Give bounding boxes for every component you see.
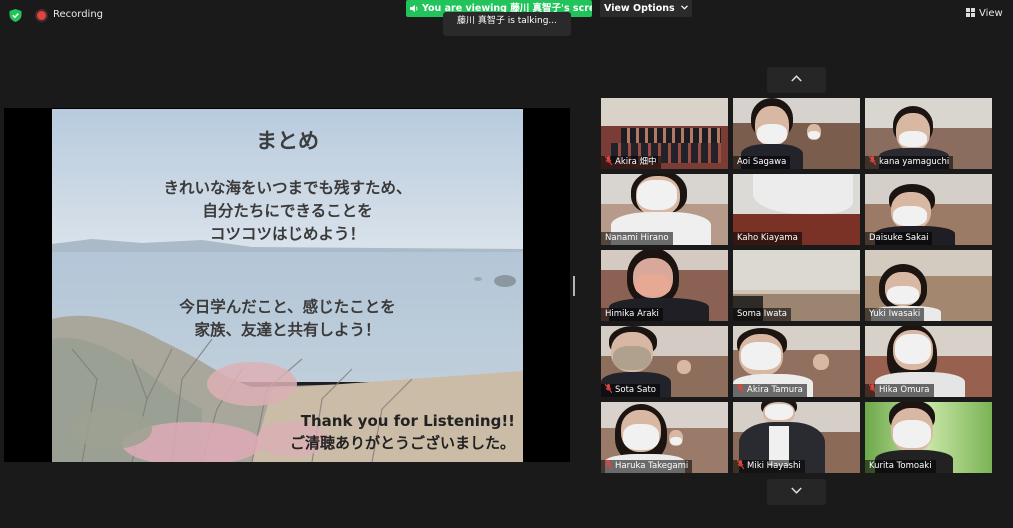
slide-line: Thank you for Listening!!	[300, 412, 515, 430]
speaker-icon	[410, 4, 418, 13]
gallery-prev-button[interactable]	[767, 67, 826, 93]
grid-view-icon	[966, 8, 975, 17]
participant-tile[interactable]: Himika Araki	[601, 250, 728, 321]
participant-name-label: Haruka Takegami	[601, 460, 693, 473]
participant-name-label: Aoi Sagawa	[733, 156, 791, 169]
slide-line: 今日学んだこと、感じたことを	[179, 298, 396, 316]
view-options-button[interactable]: View Options	[600, 0, 692, 17]
slide-line: 家族、友達と共有しよう！	[194, 321, 381, 339]
participant-name-label: Akira 畑中	[601, 156, 661, 169]
slide-line: コツコツはじめよう！	[209, 225, 365, 243]
slide-line: きれいな海をいつまでも残すため、	[163, 179, 412, 197]
chevron-up-icon	[791, 75, 802, 82]
muted-mic-icon	[869, 384, 876, 393]
chevron-down-icon	[681, 5, 688, 10]
slide-text-block-1: きれいな海をいつまでも残すため、 自分たちにできることを コツコツはじめよう！	[52, 177, 523, 246]
panel-resize-handle[interactable]	[573, 276, 575, 296]
presentation-slide: まとめ きれいな海をいつまでも残すため、 自分たちにできることを コツコツはじめ…	[52, 109, 523, 462]
participant-name-label: Sota Sato	[601, 384, 660, 397]
talking-label: 藤川 真智子 is talking...	[456, 16, 558, 26]
participant-name-label: Akira Tamura	[733, 384, 807, 397]
participant-tile[interactable]: Akira 畑中	[601, 98, 728, 169]
slide-line: ご清聴ありがとうございました。	[289, 434, 515, 452]
security-shield-icon[interactable]	[9, 9, 22, 22]
participant-tile[interactable]: Hika Omura	[865, 326, 992, 397]
recording-dot-icon[interactable]	[37, 11, 46, 20]
view-options-label: View Options	[604, 3, 675, 14]
participant-tile[interactable]: Sota Sato	[601, 326, 728, 397]
participant-name-label: Kurita Tomoaki	[865, 460, 936, 473]
muted-mic-icon	[737, 460, 744, 469]
participant-tile[interactable]: Kurita Tomoaki	[865, 402, 992, 473]
chevron-down-icon	[791, 487, 802, 494]
participant-name-label: Nanami Hirano	[601, 232, 673, 245]
participant-tile[interactable]: kana yamaguchi	[865, 98, 992, 169]
participant-tile[interactable]: Kaho Kiayama	[733, 174, 860, 245]
view-label: View	[979, 8, 1003, 19]
recording-label[interactable]: Recording	[53, 9, 103, 20]
participant-tile[interactable]: Akira Tamura	[733, 326, 860, 397]
slide-title: まとめ	[256, 129, 319, 153]
slide-text-block-2: 今日学んだこと、感じたことを 家族、友達と共有しよう！	[52, 296, 523, 342]
view-button[interactable]: View	[966, 8, 1003, 19]
active-speaker-indicator: 藤川 真智子 is talking...	[443, 12, 571, 36]
participant-tile[interactable]: Miki Hayashi	[733, 402, 860, 473]
participant-tile[interactable]: Nanami Hirano	[601, 174, 728, 245]
participant-tile[interactable]: Yuki Iwasaki	[865, 250, 992, 321]
top-bar: Recording You are viewing 藤川 真智子's scree…	[0, 0, 1013, 36]
muted-mic-icon	[869, 156, 876, 165]
participant-name-label: Kaho Kiayama	[733, 232, 802, 245]
participant-name-label: Himika Araki	[601, 308, 663, 321]
participant-name-label: kana yamaguchi	[865, 156, 954, 169]
participant-name-label: Soma Iwata	[733, 308, 791, 321]
muted-mic-icon	[737, 384, 744, 393]
muted-mic-icon	[605, 460, 612, 469]
slide-line: 自分たちにできることを	[202, 202, 373, 220]
participant-name-label: Yuki Iwasaki	[865, 308, 925, 321]
participant-tile[interactable]: Haruka Takegami	[601, 402, 728, 473]
participant-tile[interactable]: Daisuke Sakai	[865, 174, 992, 245]
muted-mic-icon	[605, 156, 612, 165]
participant-tile[interactable]: Aoi Sagawa	[733, 98, 860, 169]
slide-thanks-text: Thank you for Listening!! ご清聴ありがとうございました…	[290, 410, 515, 454]
participant-name-label: Hika Omura	[865, 384, 934, 397]
muted-mic-icon	[605, 384, 612, 393]
gallery-next-button[interactable]	[767, 479, 826, 505]
participant-name-label: Miki Hayashi	[733, 460, 805, 473]
participant-tile[interactable]: Soma Iwata	[733, 250, 860, 321]
participant-name-label: Daisuke Sakai	[865, 232, 933, 245]
